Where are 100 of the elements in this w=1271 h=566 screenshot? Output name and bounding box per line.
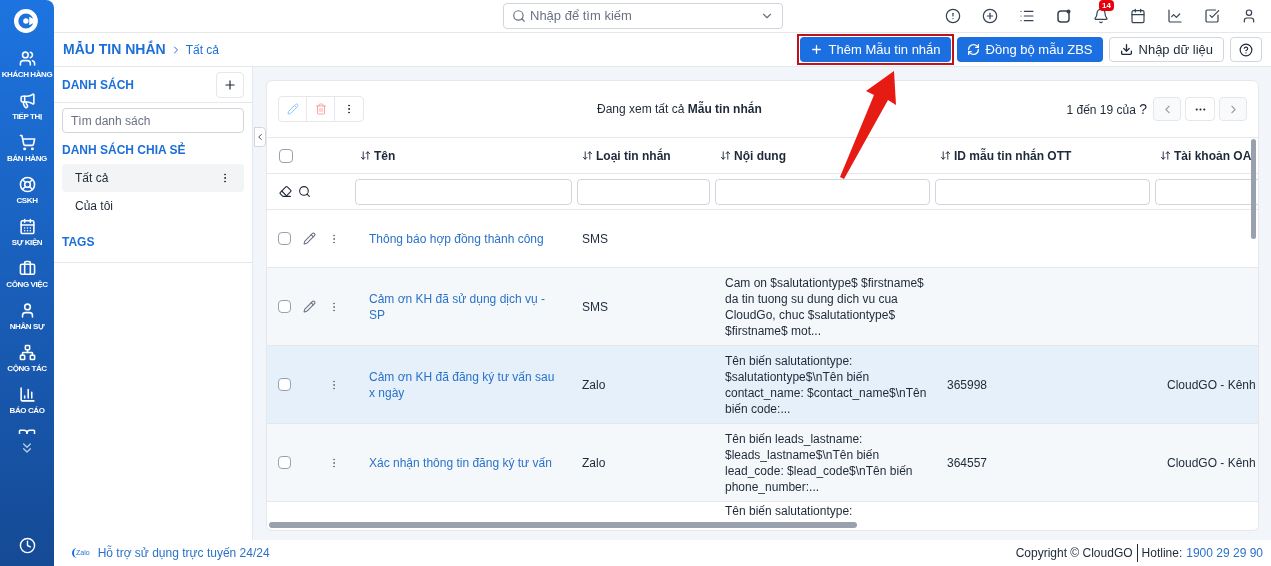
column-header[interactable]: Nội dung [715, 146, 935, 165]
column-header[interactable]: Tài khoản OA [1155, 146, 1258, 165]
checkbox-icon[interactable] [1204, 8, 1220, 24]
nav-label: CỘNG TÁC [7, 364, 47, 374]
template-name-link[interactable]: Cảm ơn KH đã sử dụng dịch vụ - SP [369, 290, 563, 323]
add-circle-icon[interactable] [982, 8, 998, 24]
view-summary: Đang xem tất cả Mẫu tin nhắn [597, 100, 762, 118]
nav-label: BÁO CÁO [9, 406, 45, 416]
template-id: 365998 [947, 377, 988, 392]
hotline-label: Hotline: [1141, 545, 1183, 562]
list-icon[interactable] [1019, 8, 1035, 24]
table-row[interactable]: Cảm ơn KH đã sử dụng dịch vụ - SP SMS Cam on $salutationtype$ $firstname$ da tin tuong su dung dich vu cua CloudGo, chuc $salutationtype$ $firstname$ mot... [267, 268, 1258, 346]
nav-item[interactable]: CỘNG TÁC [0, 344, 54, 386]
support-link[interactable]: Hỗ trợ sử dụng trực tuyến 24/24 [97, 544, 270, 562]
sort-icon [360, 150, 371, 161]
row-checkbox[interactable] [278, 456, 291, 469]
search-icon [512, 9, 526, 23]
line-chart-icon[interactable] [1167, 8, 1183, 24]
chevron-left-icon [255, 132, 265, 142]
nav-item[interactable]: TIẾP THỊ [0, 92, 54, 134]
nav-label: BÁN HÀNG [7, 154, 47, 164]
edit-icon[interactable] [303, 232, 316, 245]
column-filter-field[interactable] [715, 178, 930, 205]
help-icon [1239, 42, 1253, 57]
calendar-icon[interactable] [1130, 8, 1146, 24]
nav-item[interactable]: CÔNG VIỆC [0, 260, 54, 302]
message-type: Zalo [582, 377, 606, 392]
import-button[interactable]: Nhập dữ liệu [1108, 37, 1224, 62]
plus-icon [223, 77, 237, 92]
nav-item[interactable]: NHÂN SỰ [0, 302, 54, 344]
message-content: Tên biến salutationtype: $salutationtype$\nTên biến contact_name: $contact_name$\nTên biến code:... [725, 352, 928, 417]
vertical-scrollbar[interactable] [1251, 139, 1256, 239]
horizontal-scrollbar[interactable] [269, 522, 857, 528]
add-button[interactable]: Thêm Mẫu tin nhắn [799, 37, 951, 62]
list-item[interactable]: Tất cả [62, 164, 244, 192]
nav-label: SỰ KIỆN [11, 238, 43, 248]
download-icon [1119, 43, 1133, 56]
column-header[interactable]: Loại tin nhắn [577, 146, 715, 165]
notification-badge: 14 [1099, 0, 1114, 11]
nav-item[interactable]: BÁO CÁO [0, 386, 54, 428]
row-checkbox[interactable] [278, 232, 291, 245]
chat-icon[interactable] [1056, 8, 1072, 24]
logo-icon[interactable] [14, 8, 40, 34]
column-header[interactable]: ID mẫu tin nhắn OTT [935, 146, 1155, 165]
message-type: SMS [582, 299, 608, 314]
bell-icon[interactable] [1093, 8, 1109, 24]
table-row[interactable]: Xác nhận thông tin đăng ký tư vấn Zalo Tên biến leads_lastname: $leads_lastname$\nTên biến lead_code: $lead_code$\nTên biến phone_number:... 364557 CloudGO - Kênh [267, 424, 1258, 502]
pagination-text: 1 đến 19 của ? [1066, 99, 1147, 119]
template-name-link[interactable]: Cảm ơn KH đã đăng ký tư vấn sau x ngày [369, 368, 563, 401]
user-icon[interactable] [1241, 8, 1257, 24]
copyright-text: Copyright © CloudGO [1015, 544, 1138, 562]
column-filter-field[interactable] [577, 178, 710, 205]
column-filter-field[interactable] [355, 178, 572, 205]
template-name-link[interactable]: Thông báo hợp đồng thành công [369, 230, 563, 247]
sync-button[interactable]: Đồng bộ mẫu ZBS [956, 37, 1103, 62]
column-filter-field[interactable] [935, 178, 1150, 205]
search-icon[interactable] [298, 185, 311, 198]
nav-item[interactable]: KHÁCH HÀNG [0, 50, 54, 92]
oa-account: CloudGO - Kênh [1167, 455, 1256, 470]
trash-icon [314, 103, 327, 115]
nav-label: KHÁCH HÀNG [1, 70, 53, 80]
chart-icon [18, 386, 36, 403]
add-list-button[interactable] [216, 71, 244, 98]
template-name-link[interactable]: Xác nhận thông tin đăng ký tư vấn [369, 454, 563, 471]
breadcrumb-current[interactable]: Tất cả [185, 40, 219, 59]
nav-item[interactable]: SỰ KIỆN [0, 218, 54, 260]
sort-icon [1160, 150, 1171, 161]
module-title[interactable]: MẪU TIN NHẮN [63, 39, 166, 60]
cart-icon [18, 134, 36, 151]
column-header[interactable]: Tên [355, 146, 577, 165]
list-item[interactable]: Của tôi [62, 192, 244, 220]
nav-label: NHÂN SỰ [9, 322, 45, 332]
eraser-icon[interactable] [279, 185, 292, 198]
alert-icon[interactable] [945, 8, 961, 24]
list-search-field[interactable]: Tìm danh sách [62, 108, 244, 133]
nav-label: CSKH [16, 196, 38, 206]
template-id: 364557 [947, 455, 988, 470]
collapse-button[interactable] [254, 127, 266, 147]
nav-label: CÔNG VIỆC [6, 280, 48, 290]
nav-item[interactable]: CSKH [0, 176, 54, 218]
clock-icon[interactable] [18, 537, 36, 554]
shared-list-heading: DANH SÁCH CHIA SẺ [61, 141, 187, 159]
row-checkbox[interactable] [278, 300, 291, 313]
calendar-icon [18, 218, 36, 235]
message-content: Tên biến leads_lastname: $leads_lastname$\nTên biến lead_code: $lead_code$\nTên biến phone_number:... [725, 430, 914, 495]
help-button[interactable] [1230, 37, 1262, 62]
row-checkbox[interactable] [278, 378, 291, 391]
nav-item[interactable]: BÁN HÀNG [0, 134, 54, 176]
message-type: Zalo [582, 455, 606, 470]
sync-icon [966, 43, 980, 56]
search-input[interactable]: Nhập để tìm kiếm [530, 6, 756, 26]
briefcase-icon [18, 260, 36, 277]
select-all-checkbox[interactable] [279, 148, 293, 163]
search-field[interactable]: Nhập để tìm kiếm [503, 3, 783, 29]
table-row[interactable]: Cảm ơn KH đã đăng ký tư vấn sau x ngày Zalo Tên biến salutationtype: $salutationtype$\nTên biến contact_name: $contact_name$\nTên biến code:... 365998 CloudGO - Kênh [267, 346, 1258, 424]
tags-heading: TAGS [62, 235, 95, 249]
sort-icon [720, 150, 731, 161]
hotline-number[interactable]: 1900 29 29 90 [1186, 544, 1263, 562]
edit-icon[interactable] [303, 300, 316, 313]
megaphone-icon [18, 92, 36, 109]
